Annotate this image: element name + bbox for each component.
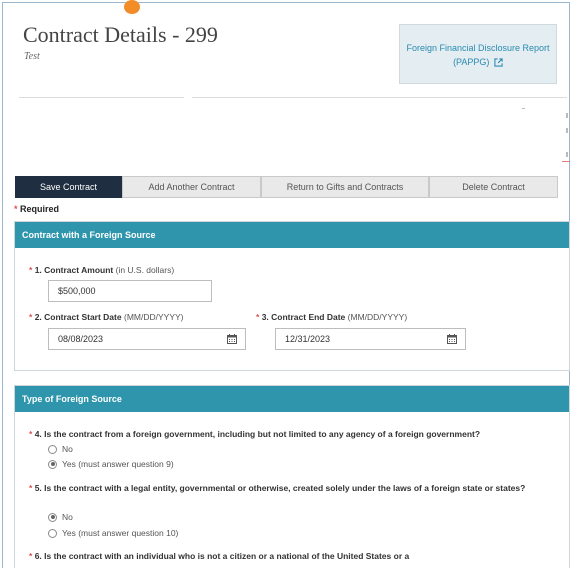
edge-mark	[566, 128, 568, 133]
question-5-text: 5. Is the contract with a legal entity, …	[34, 483, 526, 493]
end-date-input[interactable]: 12/31/2023	[275, 328, 466, 350]
contract-amount-input[interactable]: $500,000	[48, 280, 212, 302]
end-date-hint: (MM/DD/YYYY)	[347, 312, 408, 322]
edge-mark	[566, 113, 568, 118]
end-date-label-text: 3. Contract End Date	[261, 312, 346, 322]
question-4-text: 4. Is the contract from a foreign govern…	[34, 429, 481, 439]
question-5: * 5. Is the contract with a legal entity…	[29, 483, 554, 494]
q4-no-radio[interactable]	[48, 444, 57, 454]
required-star: *	[29, 483, 33, 493]
header-divider-left	[19, 97, 184, 98]
amount-label: * 1. Contract Amount (in U.S. dollars)	[29, 265, 174, 275]
edge-mark	[566, 152, 568, 157]
external-link-icon	[494, 58, 503, 67]
question-4: * 4. Is the contract from a foreign gove…	[29, 429, 559, 440]
foreign-source-panel: Type of Foreign Source * 4. Is the contr…	[14, 385, 570, 568]
question-6-text: 6. Is the contract with an individual wh…	[34, 551, 410, 561]
required-star: *	[29, 551, 33, 561]
edge-mark	[562, 161, 570, 162]
required-star: *	[256, 312, 260, 322]
end-date-value: 12/31/2023	[285, 334, 331, 344]
required-star: *	[29, 312, 33, 322]
q4-option-yes[interactable]: Yes (must answer question 9)	[48, 459, 174, 469]
q5-no-radio[interactable]	[48, 512, 57, 522]
q5-option-no[interactable]: No	[48, 512, 73, 522]
start-date-hint: (MM/DD/YYYY)	[123, 312, 184, 322]
question-6: * 6. Is the contract with an individual …	[29, 551, 559, 562]
delete-contract-button[interactable]: Delete Contract	[429, 176, 558, 198]
q4-no-label: No	[62, 444, 73, 454]
contract-panel-heading: Contract with a Foreign Source	[15, 222, 569, 248]
add-another-contract-button[interactable]: Add Another Contract	[122, 176, 261, 198]
page-title: Contract Details - 299	[23, 22, 218, 47]
start-date-label: * 2. Contract Start Date (MM/DD/YYYY)	[29, 312, 183, 322]
header-divider-right	[192, 97, 567, 98]
q5-yes-radio[interactable]	[48, 528, 57, 538]
required-text: Required	[20, 204, 60, 214]
calendar-icon[interactable]	[227, 334, 237, 344]
q5-option-yes[interactable]: Yes (must answer question 10)	[48, 528, 178, 538]
cursor-indicator	[124, 0, 140, 14]
report-link-card[interactable]: Foreign Financial Disclosure Report (PAP…	[399, 24, 557, 84]
start-date-input[interactable]: 08/08/2023	[48, 328, 246, 350]
save-contract-button[interactable]: Save Contract	[15, 176, 122, 198]
q4-option-no[interactable]: No	[48, 444, 73, 454]
start-date-label-text: 2. Contract Start Date	[34, 312, 122, 322]
amount-hint: (in U.S. dollars)	[115, 265, 175, 275]
report-link-text[interactable]: Foreign Financial Disclosure Report (PAP…	[406, 43, 549, 67]
required-star: *	[29, 265, 33, 275]
contract-panel: Contract with a Foreign Source * 1. Cont…	[14, 221, 570, 371]
q5-no-label: No	[62, 512, 73, 522]
required-star: *	[14, 204, 18, 214]
start-date-value: 08/08/2023	[58, 334, 104, 344]
q5-yes-label: Yes (must answer question 10)	[62, 528, 179, 538]
return-to-gifts-button[interactable]: Return to Gifts and Contracts	[261, 176, 429, 198]
foreign-source-heading: Type of Foreign Source	[15, 386, 569, 412]
page-subtitle: Test	[24, 51, 40, 62]
amount-label-text: 1. Contract Amount	[34, 265, 114, 275]
required-star: *	[29, 429, 33, 439]
end-date-label: * 3. Contract End Date (MM/DD/YYYY)	[256, 312, 407, 322]
calendar-icon[interactable]	[447, 334, 457, 344]
q4-yes-radio[interactable]	[48, 459, 57, 469]
required-note: * Required	[14, 204, 59, 214]
q4-yes-label: Yes (must answer question 9)	[62, 459, 174, 469]
edge-mark	[522, 108, 525, 109]
